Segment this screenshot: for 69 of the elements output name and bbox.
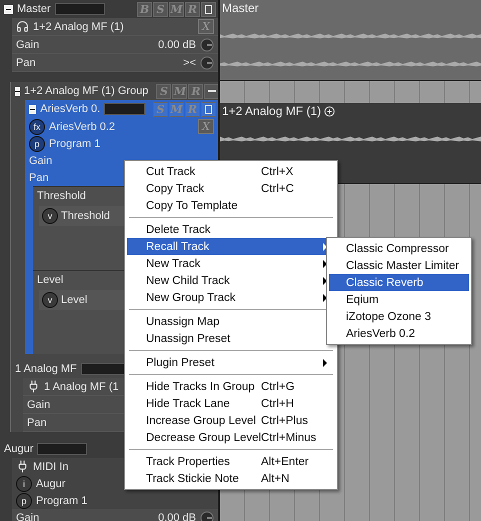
collapse-icon[interactable]: [29, 104, 36, 114]
collapse-lane-button[interactable]: [201, 2, 216, 16]
menu-item[interactable]: Hide Tracks In Group Ctrl+G: [127, 378, 335, 395]
parameter-header: Threshold: [37, 190, 86, 202]
knob[interactable]: [200, 38, 214, 52]
parameter-name: Threshold: [61, 210, 110, 222]
menu-item[interactable]: Hide Track Lane Ctrl+H: [127, 395, 335, 412]
level-meter: [54, 3, 105, 15]
pan-label: Pan: [16, 56, 36, 68]
gain-value: 0.00 dB: [158, 38, 196, 50]
track-title: Augur: [4, 443, 34, 455]
knob[interactable]: [200, 510, 214, 521]
level-meter: [37, 443, 88, 455]
instrument-name: Augur: [36, 478, 66, 490]
square-icon: [205, 104, 212, 114]
fx-badge: fx: [29, 118, 45, 134]
gain-label: Gain: [16, 38, 40, 50]
output-label: 1+2 Analog MF (1): [33, 20, 124, 32]
menu-item[interactable]: Track Properties Alt+Enter: [127, 453, 335, 470]
plugin-name: AriesVerb 0.2: [49, 120, 116, 132]
menu-item[interactable]: Classic Master Limiter: [329, 257, 469, 274]
pan-label: Pan: [27, 416, 47, 428]
track-title: AriesVerb 0.: [40, 103, 100, 115]
parameter-badge: v: [42, 292, 58, 308]
program-badge: p: [29, 136, 45, 152]
headphones-icon: [16, 20, 29, 33]
track-title: Master: [17, 3, 51, 15]
menu-item[interactable]: Copy To Template: [127, 197, 335, 214]
plug-icon: [27, 380, 40, 393]
gain-label: Gain: [27, 398, 50, 410]
parameter-name: Level: [61, 294, 88, 306]
menu-item[interactable]: Copy Track Ctrl+C: [127, 180, 335, 197]
gain-value: 0.00 dB: [158, 512, 196, 521]
level-meter: [104, 103, 145, 115]
menu-item[interactable]: Track Stickie Note Alt+N: [127, 470, 335, 487]
parameter-header: Level: [37, 274, 64, 286]
menu-item[interactable]: AriesVerb 0.2: [329, 325, 469, 342]
lane-label: 1+2 Analog MF (1): [220, 103, 481, 119]
add-icon[interactable]: [324, 106, 336, 116]
program-name: Program 1: [36, 494, 88, 506]
pan-value: ><: [183, 56, 196, 68]
gain-label: Gain: [29, 154, 52, 166]
input-label: MIDI In: [33, 460, 68, 472]
menu-item[interactable]: Increase Group Level Ctrl+Plus: [127, 412, 335, 429]
track-title: 1 Analog MF: [15, 363, 77, 375]
menu-item[interactable]: Plugin Preset: [127, 354, 335, 371]
minus-icon: [208, 90, 216, 92]
instrument-badge: i: [16, 476, 32, 492]
collapse-icon[interactable]: [4, 4, 13, 14]
parameter-badge: v: [42, 208, 58, 224]
menu-item[interactable]: Delete Track: [127, 221, 335, 238]
menu-item[interactable]: Classic Reverb: [329, 274, 469, 291]
track-title: 1+2 Analog MF (1) Group: [24, 85, 148, 97]
collapse-icon[interactable]: [15, 86, 20, 96]
program-name: Program 1: [49, 138, 100, 150]
menu-item[interactable]: iZotope Ozone 3: [329, 308, 469, 325]
input-label: 1 Analog MF (1: [44, 380, 119, 392]
pan-label: Pan: [29, 172, 49, 184]
collapse-lane-button[interactable]: [201, 102, 216, 116]
lane-label: Master: [221, 0, 260, 16]
menu-item[interactable]: Eqium: [329, 291, 469, 308]
plug-icon: [16, 460, 29, 473]
gain-label: Gain: [16, 512, 40, 521]
minimize-button[interactable]: [204, 84, 218, 98]
knob[interactable]: [200, 56, 214, 70]
menu-item[interactable]: Cut Track Ctrl+X: [127, 163, 335, 180]
program-badge: p: [16, 492, 32, 508]
menu-item[interactable]: Decrease Group LevelCtrl+Minus: [127, 429, 335, 446]
square-icon: [205, 4, 212, 14]
